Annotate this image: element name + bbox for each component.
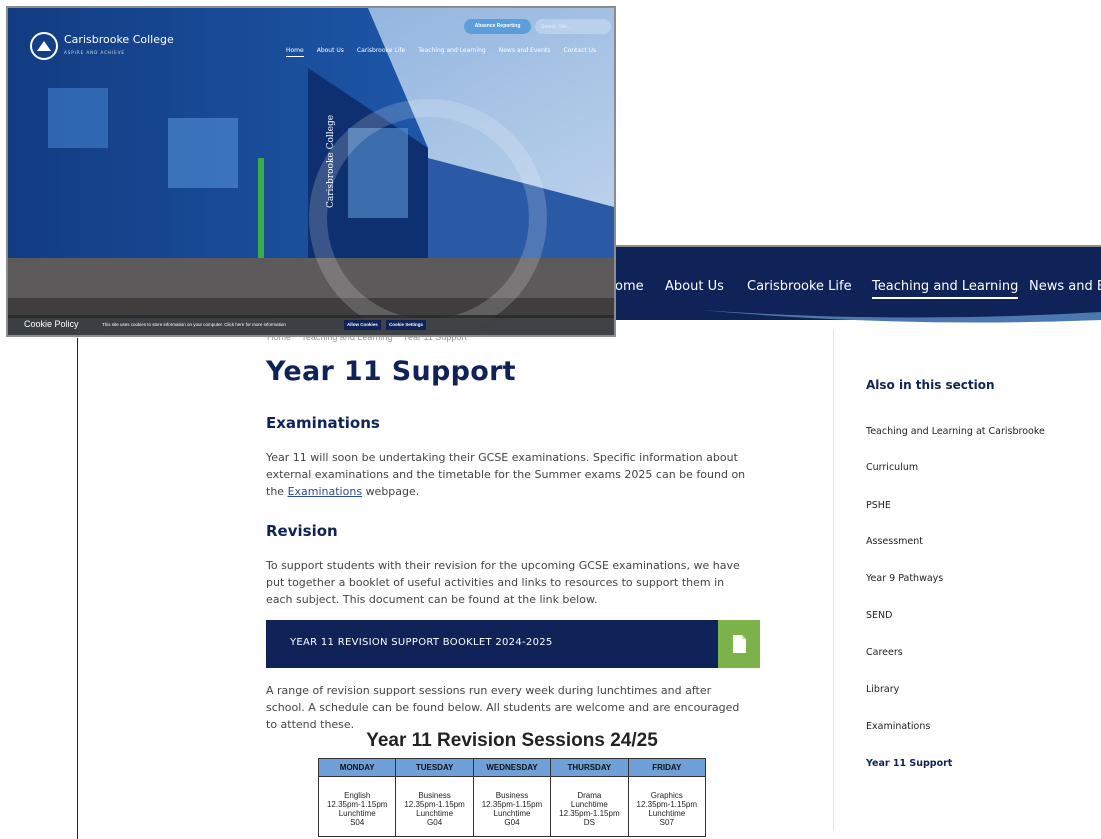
nav-item-carisbrooke-life[interactable]: Carisbrooke Life [747, 279, 852, 294]
booklet-label: YEAR 11 REVISION SUPPORT BOOKLET 2024-20… [290, 637, 553, 648]
examinations-suffix: webpage. [365, 485, 420, 498]
search-input[interactable] [535, 19, 611, 34]
cell-room: DS [583, 818, 595, 827]
cell-room: G04 [504, 818, 520, 827]
page-left-border [77, 338, 78, 839]
schedule-cell: Business 12.35pm-1.15pm Lunchtime G04 [395, 776, 474, 837]
sidebar-title: Also in this section [866, 378, 995, 392]
document-icon-box[interactable] [718, 620, 760, 668]
cell-slot: Lunchtime [416, 809, 454, 818]
cell-time: 12.35pm-1.15pm [559, 809, 620, 818]
revision-schedule: Year 11 Revision Sessions 24/25 MONDAY T… [317, 730, 707, 837]
cell-slot: Lunchtime [648, 809, 686, 818]
logo-tagline: ASPIRE AND ACHIEVE [64, 50, 125, 55]
sidebar-item-year-9-pathways[interactable]: Year 9 Pathways [866, 573, 943, 584]
allow-cookies-button[interactable]: Allow Cookies [344, 320, 381, 330]
cell-time: 12.35pm-1.15pm [636, 800, 698, 809]
cell-slot: Lunchtime [570, 800, 608, 809]
cell-room: G04 [427, 818, 443, 827]
schedule-day-header: WEDNESDAY [472, 758, 552, 777]
absence-reporting-button[interactable]: Absence Reporting [464, 19, 531, 34]
homepage-hero-screenshot: Carisbrooke College Carisbrooke College … [6, 6, 616, 337]
nav-item-news-and-events[interactable]: News and Ev [1029, 279, 1101, 294]
examinations-link[interactable]: Examinations [288, 485, 363, 498]
schedule-cell: Drama Lunchtime 12.35pm-1.15pm DS [550, 776, 629, 837]
sidebar-item-send[interactable]: SEND [866, 610, 892, 621]
schedule-cell: Graphics 12.35pm-1.15pm Lunchtime S07 [627, 776, 707, 837]
cookie-policy-title: Cookie Policy [24, 319, 79, 329]
nav-item-home[interactable]: ome [615, 279, 644, 294]
overlay-nav-home[interactable]: Home [286, 47, 304, 57]
building-sign: Carisbrooke College [326, 98, 340, 238]
overlay-nav-teaching-and-learning[interactable]: Teaching and Learning [418, 47, 486, 57]
college-logo[interactable]: Carisbrooke College ASPIRE AND ACHIEVE [30, 32, 174, 60]
revision-heading: Revision [266, 522, 338, 540]
cell-room: S04 [350, 818, 365, 827]
schedule-day-header: MONDAY [317, 758, 397, 777]
overlay-nav-contact-us[interactable]: Contact Us [563, 47, 596, 57]
logo-name: Carisbrooke College [64, 33, 174, 46]
sidebar-item-library[interactable]: Library [866, 684, 899, 695]
sidebar-item-careers[interactable]: Careers [866, 647, 903, 658]
nav-item-about-us[interactable]: About Us [665, 279, 724, 294]
examinations-heading: Examinations [266, 414, 380, 432]
logo-emblem-icon [30, 32, 58, 60]
cell-subject: Business [418, 791, 451, 800]
sidebar-item-teaching-and-learning[interactable]: Teaching and Learning at Carisbrooke [866, 426, 1045, 437]
sidebar-divider [833, 330, 834, 830]
sidebar-item-year-11-support[interactable]: Year 11 Support [866, 758, 952, 769]
cell-room: S07 [659, 818, 674, 827]
revision-booklet-download[interactable]: YEAR 11 REVISION SUPPORT BOOKLET 2024-20… [266, 620, 760, 668]
schedule-day-header: THURSDAY [550, 758, 629, 777]
cell-subject: Drama [577, 791, 602, 800]
page-title: Year 11 Support [266, 356, 516, 387]
nav-item-teaching-and-learning[interactable]: Teaching and Learning [872, 279, 1019, 299]
overlay-nav-about-us[interactable]: About Us [317, 47, 344, 57]
cell-slot: Lunchtime [493, 809, 531, 818]
sidebar-item-assessment[interactable]: Assessment [866, 536, 923, 547]
schedule-table: MONDAY TUESDAY WEDNESDAY THURSDAY FRIDAY… [317, 758, 707, 837]
cookie-banner: Cookie Policy This site uses cookies to … [8, 315, 614, 335]
main-navigation: ome About Us Carisbrooke Life Teaching a… [615, 245, 1101, 320]
cell-time: 12.35pm-1.15pm [404, 800, 465, 809]
sidebar-item-examinations[interactable]: Examinations [866, 721, 930, 732]
cell-subject: Graphics [650, 791, 683, 800]
schedule-cell: English 12.35pm-1.15pm Lunchtime S04 [317, 776, 397, 837]
schedule-day-header: FRIDAY [627, 758, 707, 777]
overlay-nav-carisbrooke-life[interactable]: Carisbrooke Life [357, 47, 405, 57]
cookie-policy-text[interactable]: This site uses cookies to store informat… [102, 322, 286, 327]
cell-subject: English [344, 791, 371, 800]
building-sign-text: Carisbrooke College [326, 114, 336, 208]
cell-time: 12.35pm-1.15pm [481, 800, 543, 809]
sessions-paragraph: A range of revision support sessions run… [266, 684, 740, 731]
schedule-day-header: TUESDAY [395, 758, 474, 777]
table-row: English 12.35pm-1.15pm Lunchtime S04 Bus… [317, 776, 707, 837]
schedule-title: Year 11 Revision Sessions 24/25 [366, 730, 658, 751]
schedule-cell: Business 12.35pm-1.15pm Lunchtime G04 [472, 776, 552, 837]
revision-paragraph: To support students with their revision … [266, 559, 740, 606]
cookie-settings-button[interactable]: Cookie Settings [386, 320, 427, 330]
overlay-nav-news-and-events[interactable]: News and Events [499, 47, 551, 57]
logo-text: Carisbrooke College ASPIRE AND ACHIEVE [64, 34, 174, 58]
cell-slot: Lunchtime [338, 809, 376, 818]
sidebar-item-pshe[interactable]: PSHE [866, 500, 891, 511]
cell-subject: Business [495, 791, 529, 800]
examinations-paragraph: Year 11 will soon be undertaking their G… [266, 449, 748, 500]
overlay-navigation: Home About Us Carisbrooke Life Teaching … [286, 47, 596, 57]
cell-time: 12.35pm-1.15pm [326, 800, 388, 809]
sidebar-item-curriculum[interactable]: Curriculum [866, 462, 918, 473]
document-icon [733, 635, 746, 653]
nav-decorative-swoosh [700, 310, 1101, 323]
